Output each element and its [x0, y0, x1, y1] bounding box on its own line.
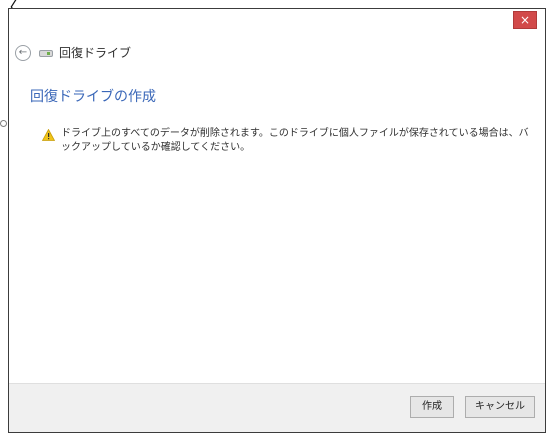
cancel-button[interactable]: キャンセル — [465, 396, 535, 418]
main-content: 回復ドライブの作成 ドライブ上のすべてのデータが削除されます。このドライブに個人… — [9, 70, 545, 385]
drive-icon — [39, 50, 53, 57]
title-bar: × — [9, 9, 545, 36]
recovery-drive-window: × ← 回復ドライブ 回復ドライブの作成 ドライブ上のすべてのデータが削除されま… — [8, 8, 546, 433]
close-button[interactable]: × — [513, 11, 537, 29]
button-bar: 作成 キャンセル — [9, 383, 545, 432]
close-icon: × — [519, 13, 531, 27]
warning-message: ドライブ上のすべてのデータが削除されます。このドライブに個人ファイルが保存されて… — [61, 128, 529, 153]
back-icon: ← — [18, 47, 28, 58]
warning-icon — [42, 129, 55, 141]
create-button[interactable]: 作成 — [410, 396, 454, 418]
page-heading: 回復ドライブの作成 — [30, 89, 156, 105]
back-button[interactable]: ← — [15, 45, 31, 61]
side-dot — [0, 120, 7, 127]
window-nav-title: 回復ドライブ — [59, 46, 132, 60]
navigation-row: ← 回復ドライブ — [9, 36, 545, 70]
